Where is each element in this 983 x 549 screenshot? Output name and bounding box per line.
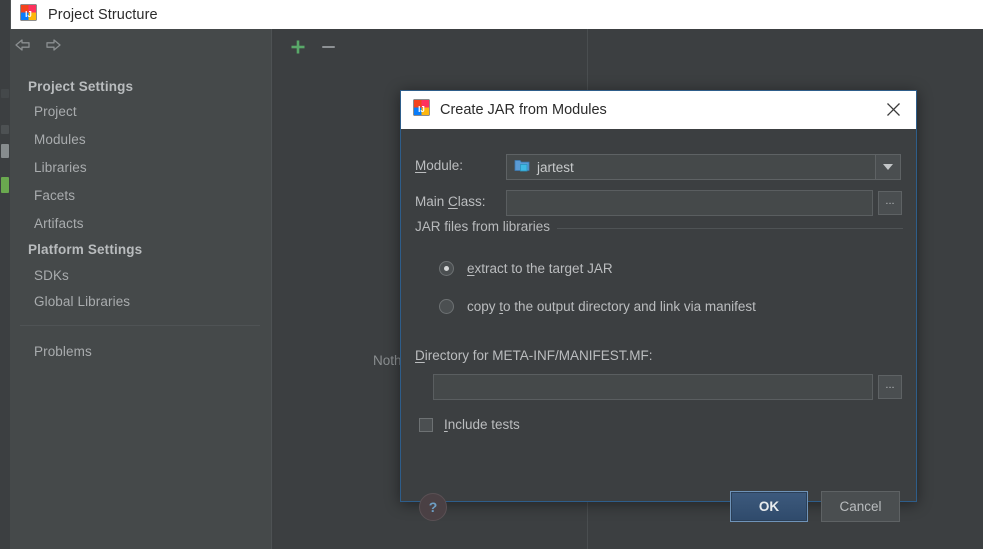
svg-text:IJ: IJ (25, 10, 32, 19)
svg-text:IJ: IJ (418, 105, 425, 114)
jar-files-group-title: JAR files from libraries (415, 219, 558, 234)
background-window-sliver-top (0, 0, 11, 29)
arrow-left-icon[interactable] (12, 34, 34, 56)
sidebar-item-facets[interactable]: Facets (34, 188, 75, 203)
chevron-down-icon[interactable] (875, 154, 901, 180)
radio-copy-to-output-directory[interactable]: copy to the output directory and link vi… (439, 299, 756, 314)
sliver-icon-4 (1, 177, 9, 193)
minus-icon[interactable] (322, 46, 335, 48)
help-button[interactable]: ? (419, 493, 447, 521)
sliver-icon-3 (1, 144, 9, 158)
settings-sidebar: Project Settings Project Modules Librari… (10, 29, 272, 549)
sidebar-separator (20, 325, 260, 326)
main-class-browse-button[interactable]: ... (878, 191, 902, 215)
dialog-title: Create JAR from Modules (440, 102, 607, 118)
sidebar-item-global-libraries[interactable]: Global Libraries (34, 294, 130, 309)
sidebar-item-libraries[interactable]: Libraries (34, 160, 87, 175)
artifacts-toolbar (274, 29, 983, 64)
sidebar-item-project[interactable]: Project (34, 104, 77, 119)
include-tests-label: Include tests (444, 417, 520, 432)
module-label: Module: (415, 158, 464, 173)
project-structure-window: IJ Project Structure Project Settings Pr… (0, 0, 983, 549)
main-class-input[interactable] (506, 190, 873, 216)
include-tests-checkbox-row[interactable]: Include tests (419, 417, 520, 432)
cancel-button[interactable]: Cancel (821, 491, 900, 522)
module-value: jartest (537, 159, 574, 175)
radio-copy-label: copy to the output directory and link vi… (467, 299, 756, 314)
sliver-icon-1 (1, 89, 9, 98)
window-title: Project Structure (48, 6, 158, 23)
plus-icon[interactable] (290, 39, 306, 55)
ok-button[interactable]: OK (730, 491, 808, 522)
intellij-idea-icon: IJ (413, 99, 430, 121)
radio-extract-label: extract to the target JAR (467, 261, 613, 276)
background-window-sliver (0, 29, 10, 549)
sidebar-item-sdks[interactable]: SDKs (34, 268, 69, 283)
sidebar-item-artifacts[interactable]: Artifacts (34, 216, 84, 231)
sidebar-group-project-settings: Project Settings (28, 79, 134, 94)
window-titlebar: IJ Project Structure (0, 0, 983, 29)
checkbox-unchecked-icon (419, 417, 433, 432)
module-folder-icon (514, 158, 530, 177)
sidebar-item-modules[interactable]: Modules (34, 132, 86, 147)
dialog-titlebar: IJ Create JAR from Modules (401, 91, 916, 130)
close-icon[interactable] (870, 91, 916, 128)
sidebar-navigation-toolbar (10, 29, 272, 61)
radio-selected-icon (439, 261, 454, 276)
sidebar-group-platform-settings: Platform Settings (28, 242, 143, 257)
arrow-right-icon[interactable] (42, 34, 64, 56)
sidebar-item-problems[interactable]: Problems (34, 344, 92, 359)
sliver-icon-2 (1, 125, 9, 134)
main-class-label: Main Class: (415, 194, 486, 209)
manifest-directory-browse-button[interactable]: ... (878, 375, 902, 399)
manifest-directory-label: Directory for META-INF/MANIFEST.MF: (415, 348, 653, 363)
radio-unselected-icon (439, 299, 454, 314)
radio-extract-to-target-jar[interactable]: extract to the target JAR (439, 261, 613, 276)
intellij-idea-icon: IJ (20, 4, 37, 26)
manifest-directory-input[interactable] (433, 374, 873, 400)
sidebar-divider (271, 29, 272, 549)
dialog-body: Module: jartest Main Class: ... JAR file… (401, 129, 916, 522)
module-combo[interactable]: jartest (506, 154, 901, 180)
create-jar-from-modules-dialog: IJ Create JAR from Modules Module: jarte… (400, 90, 917, 522)
